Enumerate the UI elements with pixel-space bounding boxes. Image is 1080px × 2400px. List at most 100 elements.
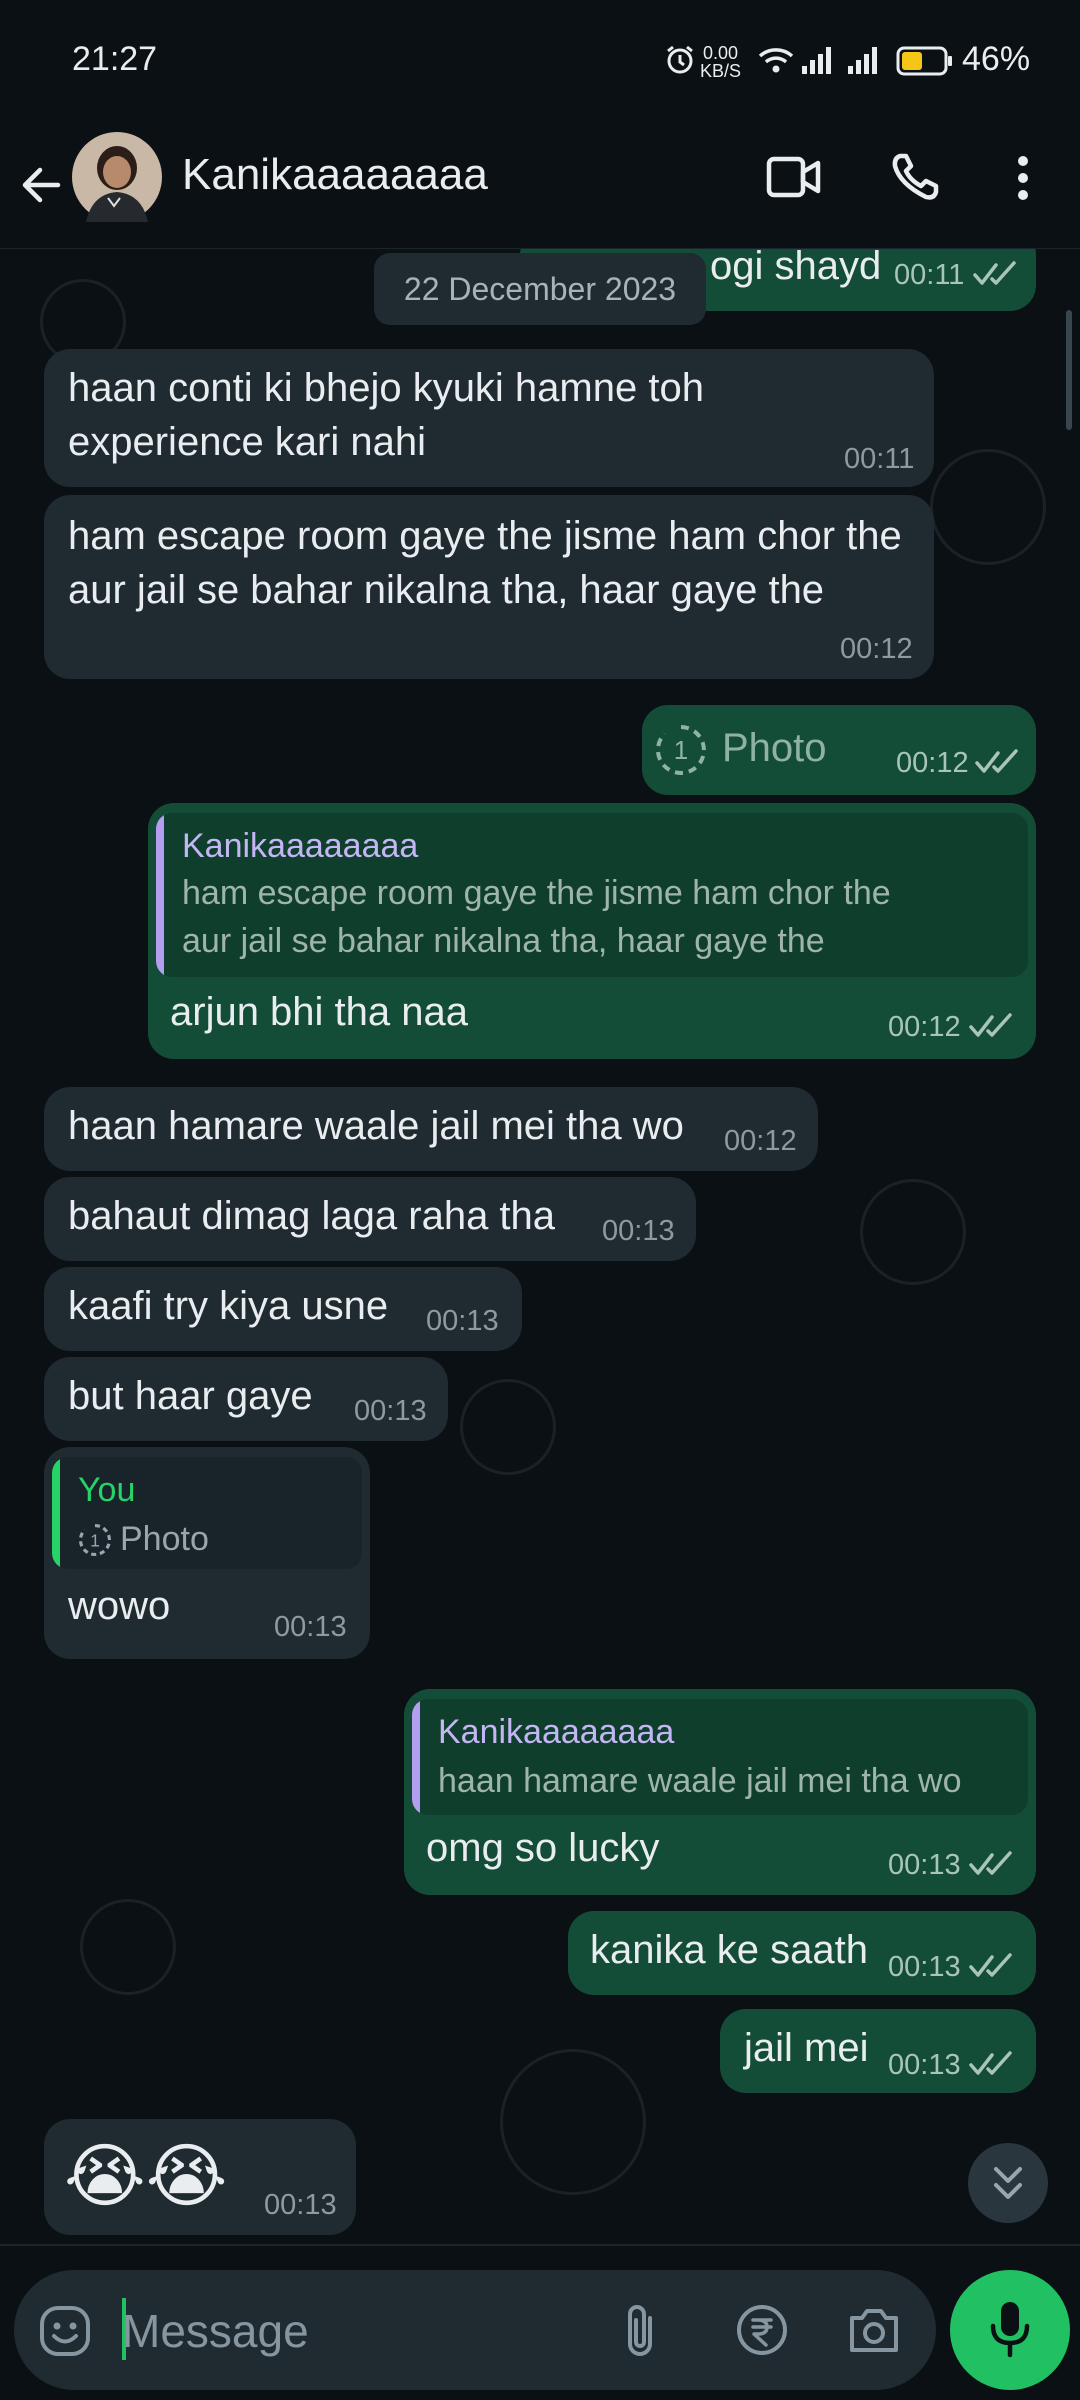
double-check-icon: [969, 1013, 1012, 1037]
svg-text:1: 1: [90, 1530, 100, 1550]
phone-icon[interactable]: [890, 150, 942, 202]
quote-bar: [156, 813, 164, 977]
message-text: kaafi try kiya usne: [68, 1284, 389, 1328]
net-speed-value: 0.00: [702, 43, 739, 63]
quoted-message[interactable]: Kanikaaaaaaaa ham escape room gaye the j…: [156, 813, 1028, 977]
signal-icon-2: [848, 47, 877, 74]
message-text: haan hamare waale jail mei tha wo: [68, 1104, 684, 1148]
view-once-icon: 1: [655, 725, 706, 775]
message-bubble-incoming[interactable]: ham escape room gaye the jisme ham chor …: [44, 495, 934, 679]
message-text: arjun bhi tha naa: [170, 990, 469, 1034]
quote-bar: [412, 1699, 420, 1815]
emoji-icon[interactable]: [38, 2304, 92, 2358]
double-check-icon: [969, 1953, 1012, 1977]
quote-bar: [52, 1457, 60, 1569]
status-bar: 21:27 0.00 KB/S 46%: [0, 0, 1080, 120]
message-text: Photo: [722, 726, 827, 770]
message-time: 00:12: [896, 747, 969, 779]
message-text-line2: experience kari nahi: [68, 420, 426, 464]
wifi-icon: [758, 48, 794, 73]
message-text: jail mei: [744, 2026, 869, 2070]
scrollbar[interactable]: [1066, 310, 1072, 430]
battery-icon: [896, 46, 952, 76]
message-text: but haar gaye: [68, 1374, 313, 1418]
wallpaper-doodle: [500, 2049, 646, 2195]
message-bubble-incoming-reply[interactable]: You 1 Photo wowo 00:13: [44, 1447, 370, 1659]
message-input[interactable]: Message: [122, 2304, 309, 2358]
rupee-icon[interactable]: [734, 2302, 790, 2358]
message-bubble-outgoing-reply[interactable]: Kanikaaaaaaaa ham escape room gaye the j…: [148, 803, 1036, 1059]
input-bar: Message: [0, 2250, 1080, 2400]
message-bubble-outgoing-reply[interactable]: Kanikaaaaaaaa haan hamare waale jail mei…: [404, 1689, 1036, 1895]
more-vert-icon[interactable]: [1010, 154, 1036, 202]
avatar[interactable]: [72, 132, 162, 222]
message-time: 00:13: [274, 1611, 347, 1643]
message-bubble-incoming[interactable]: 😭😭 00:13: [44, 2119, 356, 2235]
message-text: kanika ke saath: [590, 1928, 868, 1972]
double-check-icon: [969, 1851, 1012, 1875]
message-time: 00:13: [426, 1305, 499, 1337]
quoted-text-line1: ham escape room gaye the jisme ham chor …: [182, 874, 891, 912]
mic-icon: [990, 2302, 1030, 2358]
date-separator: 22 December 2023: [374, 253, 706, 325]
message-time: 00:13: [354, 1395, 427, 1427]
message-text-line1: haan conti ki bhejo kyuki hamne toh: [68, 366, 704, 410]
message-text: wowo: [68, 1584, 171, 1628]
quoted-text: haan hamare waale jail mei tha wo: [438, 1762, 962, 1800]
view-once-icon: 1: [78, 1523, 111, 1557]
message-time: 00:11: [844, 443, 915, 475]
divider: [0, 2244, 1080, 2246]
net-speed-unit: KB/S: [700, 61, 742, 81]
wallpaper-doodle: [80, 1899, 176, 1995]
scroll-to-bottom-button[interactable]: [968, 2143, 1048, 2223]
message-time: 00:12: [888, 1011, 961, 1043]
message-time: 00:12: [840, 633, 913, 665]
wallpaper-doodle: [860, 1179, 966, 1285]
quoted-text-line2: aur jail se bahar nikalna tha, haar gaye…: [182, 922, 825, 960]
quoted-message[interactable]: Kanikaaaaaaaa haan hamare waale jail mei…: [412, 1699, 1028, 1815]
message-bubble-incoming[interactable]: kaafi try kiya usne 00:13: [44, 1267, 522, 1351]
arrow-left-icon[interactable]: [18, 162, 64, 208]
quoted-sender: Kanikaaaaaaaa: [438, 1713, 675, 1751]
double-check-icon: [975, 749, 1018, 773]
message-bubble-incoming[interactable]: haan conti ki bhejo kyuki hamne toh expe…: [44, 349, 934, 487]
camera-icon[interactable]: [846, 2302, 902, 2358]
alarm-icon: [667, 45, 693, 74]
paperclip-icon[interactable]: [620, 2300, 660, 2360]
double-chevron-down-icon: [994, 2167, 1022, 2199]
chat-header: Kanikaaaaaaaa: [0, 120, 1080, 249]
chat-area[interactable]: ogi shayd 00:11 22 December 2023 haan co…: [0, 249, 1080, 2249]
message-text: bahaut dimag laga raha tha: [68, 1194, 556, 1238]
message-bubble-incoming[interactable]: but haar gaye 00:13: [44, 1357, 448, 1441]
message-time: 00:13: [888, 2049, 961, 2081]
double-check-icon: [969, 2051, 1012, 2075]
wallpaper-doodle: [460, 1379, 556, 1475]
wallpaper-doodle: [930, 449, 1046, 565]
quoted-sender: You: [78, 1471, 136, 1509]
battery-percent: 46%: [962, 40, 1031, 78]
svg-text:1: 1: [674, 735, 688, 765]
message-bubble-outgoing[interactable]: 1 Photo 00:12: [642, 705, 1036, 795]
signal-icon-1: [802, 47, 831, 74]
message-time: 00:11: [894, 259, 965, 291]
contact-name[interactable]: Kanikaaaaaaaa: [182, 150, 488, 200]
message-time: 00:13: [602, 1215, 675, 1247]
message-bubble-incoming[interactable]: haan hamare waale jail mei tha wo 00:12: [44, 1087, 818, 1171]
quoted-sender: Kanikaaaaaaaa: [182, 827, 419, 865]
message-bubble-incoming[interactable]: bahaut dimag laga raha tha 00:13: [44, 1177, 696, 1261]
message-composer[interactable]: Message: [14, 2270, 936, 2390]
quoted-text: Photo: [120, 1520, 209, 1558]
message-text-line2: aur jail se bahar nikalna tha, haar gaye…: [68, 568, 825, 612]
message-bubble-outgoing[interactable]: jail mei 00:13: [720, 2009, 1036, 2093]
status-time: 21:27: [72, 40, 158, 78]
message-bubble-outgoing[interactable]: kanika ke saath 00:13: [568, 1911, 1036, 1995]
quoted-message[interactable]: You 1 Photo: [52, 1457, 362, 1569]
video-call-icon[interactable]: [766, 152, 822, 202]
message-time: 00:13: [888, 1951, 961, 1983]
message-time: 00:13: [888, 1849, 961, 1881]
message-text: omg so lucky: [426, 1826, 660, 1870]
message-text: ogi shayd: [710, 249, 882, 288]
message-time: 00:13: [264, 2189, 337, 2221]
mic-button[interactable]: [950, 2270, 1070, 2390]
message-emoji: 😭😭: [64, 2137, 228, 2215]
